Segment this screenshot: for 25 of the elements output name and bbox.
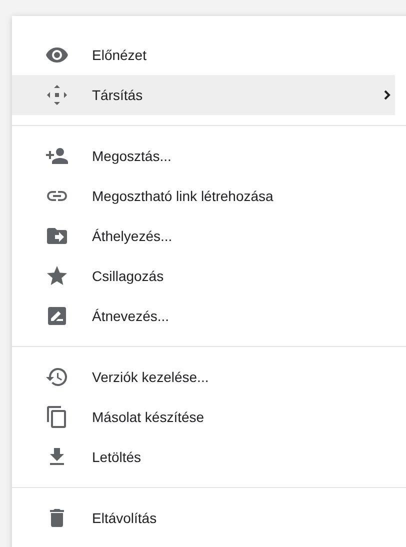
menu-item-label: Csillagozás bbox=[92, 268, 165, 284]
menu-item-label: Verziók kezelése... bbox=[92, 369, 210, 385]
menu-item-label: Letöltés bbox=[92, 449, 142, 465]
menu-item[interactable]: Letöltés bbox=[12, 437, 395, 477]
menu-item[interactable]: Előnézet bbox=[12, 35, 395, 75]
menu-item-label: Megosztás... bbox=[92, 148, 172, 164]
move-arrows-icon bbox=[45, 83, 69, 107]
menu-item[interactable]: Megosztható link létrehozása bbox=[12, 176, 395, 216]
menu-item[interactable]: Megosztás... bbox=[12, 136, 395, 176]
menu-item-label: Másolat készítése bbox=[92, 409, 206, 425]
menu-item[interactable]: Áthelyezés... bbox=[12, 216, 395, 256]
menu-item[interactable]: Eltávolítás bbox=[12, 498, 395, 538]
menu-item-label: Társítás bbox=[92, 87, 144, 103]
menu-item[interactable]: Verziók kezelése... bbox=[12, 357, 395, 397]
menu-item-label: Megosztható link létrehozása bbox=[92, 188, 274, 204]
menu-item[interactable]: Másolat készítése bbox=[12, 397, 395, 437]
menu-item-label: Eltávolítás bbox=[92, 510, 158, 526]
menu-item[interactable]: Átnevezés... bbox=[12, 296, 395, 336]
copy-icon bbox=[45, 405, 69, 429]
menu-item-label: Áthelyezés... bbox=[92, 228, 174, 244]
menu-item[interactable]: Társítás bbox=[12, 75, 395, 115]
menu-item[interactable]: Csillagozás bbox=[12, 256, 395, 296]
menu-item-label: Átnevezés... bbox=[92, 308, 170, 324]
menu-item-label: Előnézet bbox=[92, 47, 148, 63]
history-icon bbox=[45, 365, 69, 389]
